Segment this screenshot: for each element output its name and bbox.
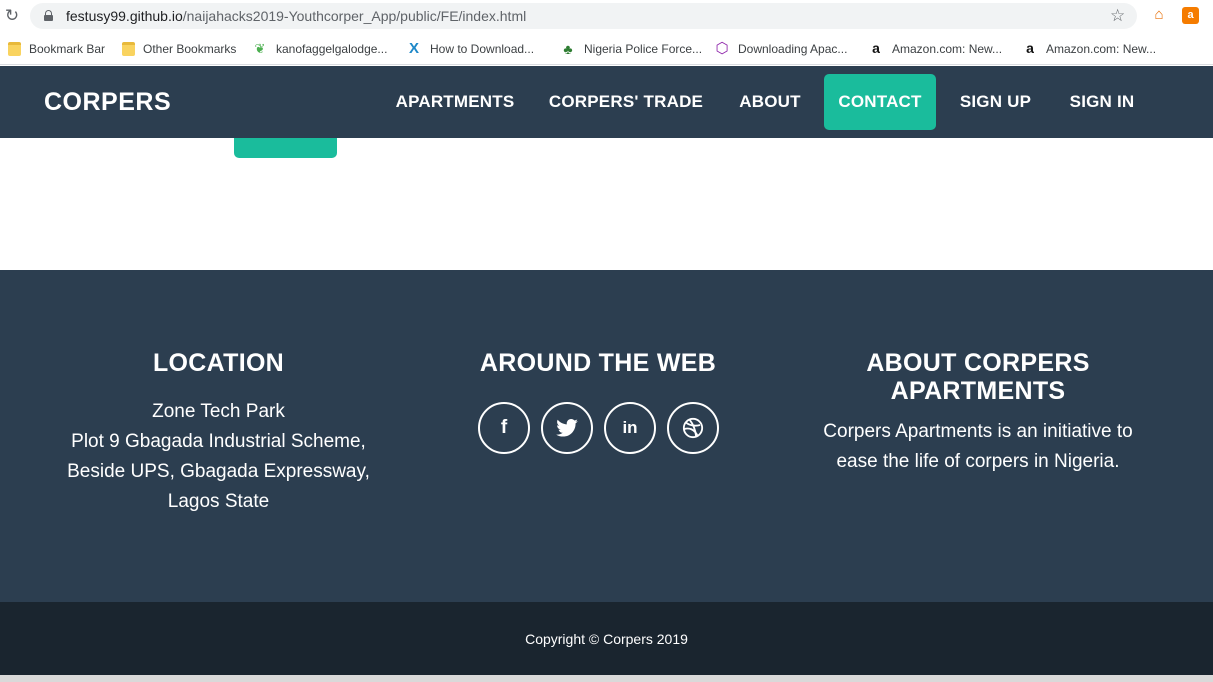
leaf-icon: ❦ <box>254 40 266 56</box>
bookmark-item[interactable]: a Amazon.com: New... <box>1022 33 1156 64</box>
location-address: Zone Tech Park Plot 9 Gbagada Industrial… <box>67 401 370 512</box>
bookmark-item[interactable]: X How to Download... <box>406 33 534 64</box>
lock-icon <box>44 10 53 21</box>
bookmark-item[interactable]: ❦ kanofaggelgalodge... <box>252 33 388 64</box>
extension-house-icon[interactable]: ⌂ <box>1150 6 1168 24</box>
nav-corpers-trade[interactable]: CORPERS' TRADE <box>537 74 715 130</box>
bookmark-star-icon[interactable]: ☆ <box>1110 3 1125 29</box>
extension-bag-icon[interactable]: a <box>1182 7 1199 24</box>
copyright-bar: Copyright © Corpers 2019 <box>0 602 1213 675</box>
about-heading: ABOUT CORPERS APARTMENTS <box>866 349 1090 405</box>
footer-location: LOCATION Zone Tech Park Plot 9 Gbagada I… <box>40 270 397 517</box>
about-text: Corpers Apartments is an initiative to ea… <box>823 421 1133 472</box>
site-navbar: CORPERS APARTMENTS CORPERS' TRADE ABOUT … <box>0 66 1213 138</box>
social-links: f in <box>478 402 730 454</box>
crest-icon: ♣ <box>563 40 573 57</box>
location-heading: LOCATION <box>152 349 285 377</box>
nav-apartments[interactable]: APARTMENTS <box>381 74 529 130</box>
copyright-text: Copyright © Corpers 2019 <box>525 631 688 647</box>
folder-icon <box>122 41 135 56</box>
x-logo-icon: X <box>408 39 419 57</box>
nav-sign-up[interactable]: SIGN UP <box>945 74 1046 130</box>
dribbble-icon[interactable] <box>667 402 719 454</box>
bookmark-item[interactable]: a Amazon.com: New... <box>868 33 1002 64</box>
reload-icon[interactable]: ↻ <box>2 6 22 26</box>
bookmark-item[interactable]: Bookmark Bar <box>8 33 105 64</box>
url-field[interactable]: festusy99.github.io/naijahacks2019-Youth… <box>30 3 1137 29</box>
footer-about: ABOUT CORPERS APARTMENTS Corpers Apartmen… <box>798 270 1158 477</box>
footer-around-the-web: AROUND THE WEB f in <box>418 270 778 454</box>
footer: LOCATION Zone Tech Park Plot 9 Gbagada I… <box>0 270 1213 602</box>
around-web-heading: AROUND THE WEB <box>479 349 717 377</box>
scrollbar-track <box>0 675 1213 682</box>
url-text: festusy99.github.io/naijahacks2019-Youth… <box>66 8 527 24</box>
submit-button-partial[interactable] <box>234 138 337 158</box>
brand-logo[interactable]: CORPERS <box>44 66 171 138</box>
twitter-icon[interactable] <box>541 402 593 454</box>
facebook-icon[interactable]: f <box>478 402 530 454</box>
amazon-icon: a <box>872 39 880 56</box>
nav-contact[interactable]: CONTACT <box>824 74 936 130</box>
bookmark-item[interactable]: Other Bookmarks <box>122 33 236 64</box>
bookmark-item[interactable]: ♣ Nigeria Police Force... <box>560 33 702 64</box>
nav-sign-in[interactable]: SIGN IN <box>1054 74 1150 130</box>
linkedin-icon[interactable]: in <box>604 402 656 454</box>
browser-address-bar: ↻ festusy99.github.io/naijahacks2019-You… <box>0 0 1213 33</box>
hexagon-icon: ⬡ <box>715 39 729 57</box>
bookmarks-bar: Bookmark Bar Other Bookmarks ❦ kanofaggel… <box>0 33 1213 65</box>
folder-icon <box>8 41 21 56</box>
nav-about[interactable]: ABOUT <box>724 74 816 130</box>
bookmark-item[interactable]: ⬡ Downloading Apac... <box>714 33 847 64</box>
amazon-icon: a <box>1026 39 1034 56</box>
